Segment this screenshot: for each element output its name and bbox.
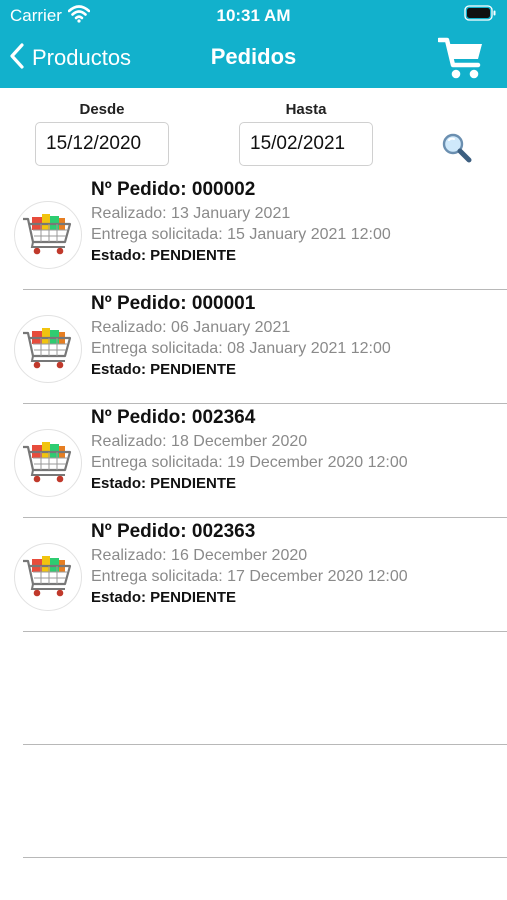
page-title: Pedidos (210, 44, 297, 69)
order-placed-date: Realizado: 16 December 2020 (91, 547, 308, 564)
order-delivery-date: Entrega solicitada: 19 December 2020 12:… (91, 454, 408, 471)
from-date-field[interactable]: 15/12/2020 (35, 122, 169, 166)
from-date-label: Desde (79, 101, 125, 118)
order-number: Nº Pedido: 000002 (91, 179, 256, 200)
empty-list-row (0, 632, 507, 744)
order-status: Estado: PENDIENTE (91, 247, 237, 264)
to-date-label: Hasta (285, 101, 327, 118)
order-number: Nº Pedido: 002363 (91, 521, 256, 542)
grocery-cart-icon (14, 315, 82, 383)
search-button[interactable] (440, 131, 474, 165)
order-placed-date: Realizado: 13 January 2021 (91, 205, 291, 222)
order-row[interactable]: Nº Pedido: 000001 Realizado: 06 January … (0, 290, 507, 403)
grocery-cart-icon (14, 429, 82, 497)
order-status: Estado: PENDIENTE (91, 589, 237, 606)
grocery-cart-icon (14, 201, 82, 269)
status-bar: Carrier 10:31 AM (0, 0, 507, 30)
order-row[interactable]: Nº Pedido: 002364 Realizado: 18 December… (0, 404, 507, 517)
grocery-cart-icon (14, 543, 82, 611)
order-status: Estado: PENDIENTE (91, 361, 237, 378)
order-delivery-date: Entrega solicitada: 08 January 2021 12:0… (91, 340, 391, 357)
magnifier-icon (440, 133, 474, 169)
order-delivery-date: Entrega solicitada: 15 January 2021 12:0… (91, 226, 391, 243)
status-time: 10:31 AM (216, 6, 291, 25)
orders-list: Nº Pedido: 000002 Realizado: 13 January … (0, 176, 507, 858)
order-status: Estado: PENDIENTE (91, 475, 237, 492)
order-placed-date: Realizado: 18 December 2020 (91, 433, 308, 450)
order-placed-date: Realizado: 06 January 2021 (91, 319, 291, 336)
shopping-cart-icon (436, 37, 484, 84)
empty-list-row (0, 745, 507, 857)
order-row[interactable]: Nº Pedido: 002363 Realizado: 16 December… (0, 518, 507, 631)
to-date-field[interactable]: 15/02/2021 (239, 122, 373, 166)
order-number: Nº Pedido: 002364 (91, 407, 256, 428)
order-number: Nº Pedido: 000001 (91, 293, 256, 314)
order-delivery-date: Entrega solicitada: 17 December 2020 12:… (91, 568, 408, 585)
battery-icon (464, 5, 497, 22)
navigation-header: Carrier 10:31 AM Productos Pedidos (0, 0, 507, 88)
cart-button[interactable] (436, 36, 484, 80)
divider (23, 857, 507, 858)
order-row[interactable]: Nº Pedido: 000002 Realizado: 13 January … (0, 176, 507, 289)
